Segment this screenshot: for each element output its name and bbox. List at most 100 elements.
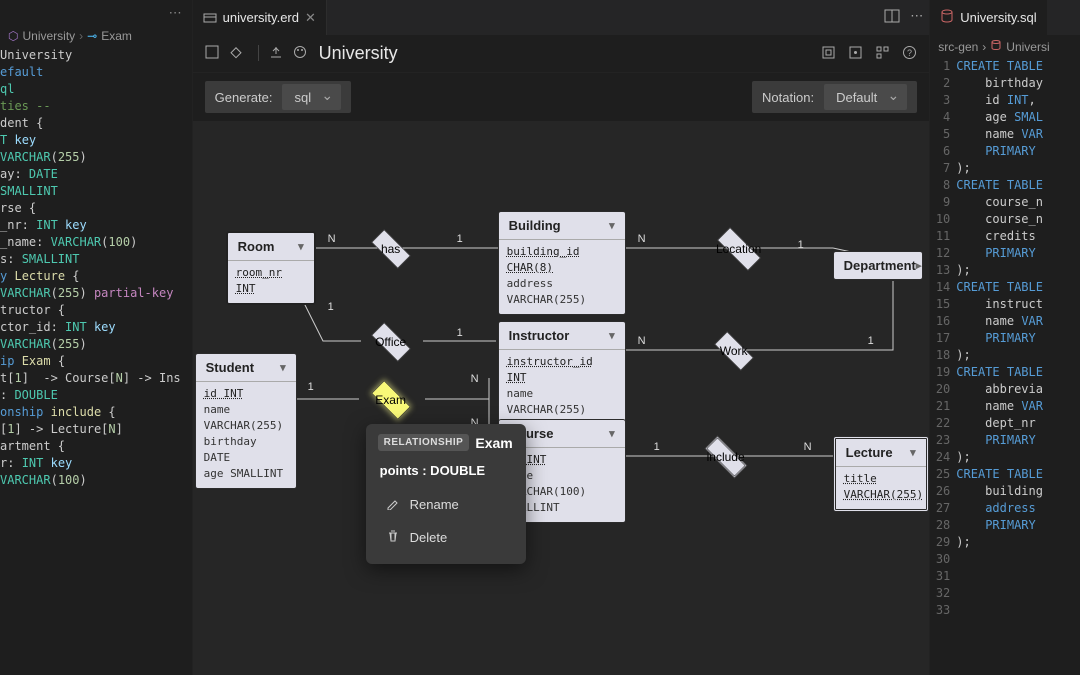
relation-context-popup: RELATIONSHIP Exam points : DOUBLE Rename… bbox=[366, 424, 526, 564]
cardinality-label: N bbox=[328, 233, 336, 245]
entity-name: Department bbox=[844, 258, 916, 273]
entity-attrs: instructor_id INTname VARCHAR(255) bbox=[499, 349, 625, 424]
database-icon bbox=[990, 39, 1002, 54]
generate-select[interactable]: sql bbox=[282, 84, 341, 110]
chevron-right-icon: › bbox=[79, 29, 83, 43]
pencil-icon bbox=[386, 496, 400, 513]
relation-label: Location bbox=[716, 242, 761, 256]
relation-label: include bbox=[707, 450, 745, 464]
cardinality-label: N bbox=[638, 233, 646, 245]
diagram-canvas[interactable]: N 1 N 1 1 1 N 1 1 N N 1 N Room▾ room_nr … bbox=[193, 121, 930, 675]
relation-label: Office bbox=[375, 335, 406, 349]
collapse-icon[interactable]: ▾ bbox=[609, 329, 615, 342]
popup-rename-button[interactable]: Rename bbox=[366, 488, 526, 521]
entity-instructor[interactable]: Instructor▾ instructor_id INTname VARCHA… bbox=[498, 321, 626, 425]
relation-label: Work bbox=[720, 344, 748, 358]
diagram-editor-panel: university.erd ✕ ⋯ University ? Generate… bbox=[192, 0, 931, 675]
cardinality-label: N bbox=[804, 441, 812, 453]
close-icon[interactable]: ✕ bbox=[305, 10, 316, 26]
relation-office[interactable]: Office bbox=[360, 327, 422, 357]
relation-type-chip: RELATIONSHIP bbox=[378, 434, 470, 451]
sql-editor[interactable]: 1234567891011121314151617181920212223242… bbox=[930, 58, 1080, 619]
help-icon[interactable]: ? bbox=[902, 45, 917, 63]
cube-icon: ⬡ bbox=[8, 29, 18, 43]
relation-exam[interactable]: Exam bbox=[360, 385, 422, 415]
breadcrumb-scope: University bbox=[22, 29, 75, 43]
diagram-title: University bbox=[319, 43, 398, 64]
fit-to-screen-icon[interactable] bbox=[821, 45, 836, 63]
cardinality-label: N bbox=[471, 373, 479, 385]
tab-title: university.erd bbox=[223, 10, 299, 25]
entity-name: Lecture bbox=[846, 445, 893, 460]
entity-name: Building bbox=[509, 218, 561, 233]
relation-label: Exam bbox=[375, 393, 406, 407]
breadcrumb[interactable]: ⬡ University › ⊸ Exam bbox=[0, 25, 192, 47]
diamond-tool-icon[interactable] bbox=[229, 45, 243, 62]
relation-include[interactable]: include bbox=[691, 442, 761, 472]
cardinality-label: N bbox=[638, 335, 646, 347]
entity-lecture[interactable]: Lecture ▾ title VARCHAR(255) bbox=[833, 436, 929, 512]
right-tabbar: University.sql bbox=[930, 0, 1080, 35]
select-tool-icon[interactable] bbox=[205, 45, 219, 62]
collapse-icon[interactable]: ▾ bbox=[609, 427, 615, 440]
right-sql-panel: University.sql src-gen › Universi 123456… bbox=[930, 0, 1080, 675]
ellipsis-icon[interactable]: ⋯ bbox=[169, 5, 182, 21]
entity-name: Student bbox=[206, 360, 254, 375]
collapse-icon[interactable]: ▾ bbox=[298, 240, 304, 253]
entity-student[interactable]: Student▾ id INTname VARCHAR(255)birthday… bbox=[195, 353, 297, 489]
diagram-controls: Generate: sql Notation: Default bbox=[193, 73, 930, 121]
collapse-icon[interactable]: ▾ bbox=[910, 446, 916, 459]
breadcrumb-file: Universi bbox=[1006, 40, 1049, 54]
layout-icon[interactable] bbox=[875, 45, 890, 63]
cardinality-label: 1 bbox=[308, 381, 314, 393]
relation-work[interactable]: Work bbox=[703, 336, 765, 366]
left-panel-actions: ⋯ bbox=[0, 0, 192, 25]
popup-item-label: Delete bbox=[410, 530, 448, 545]
collapse-icon[interactable]: ▾ bbox=[280, 361, 286, 374]
center-icon[interactable] bbox=[848, 45, 863, 63]
notation-control: Notation: Default bbox=[752, 81, 917, 113]
source-editor[interactable]: Universityefaultqlties --dent {T keyVARC… bbox=[0, 47, 192, 489]
generate-control: Generate: sql bbox=[205, 81, 351, 113]
cardinality-label: 1 bbox=[457, 233, 463, 245]
popup-attribute: points : DOUBLE bbox=[366, 459, 526, 488]
entity-attrs: building_id CHAR(8)address VARCHAR(255) bbox=[499, 239, 625, 314]
entity-department[interactable]: Department▸ bbox=[833, 251, 923, 280]
tab-title: University.sql bbox=[960, 10, 1036, 25]
sql-tab[interactable]: University.sql bbox=[930, 0, 1046, 35]
notation-select[interactable]: Default bbox=[824, 84, 907, 110]
entity-building[interactable]: Building ▾ building_id CHAR(8)address VAR… bbox=[498, 211, 626, 315]
diagram-titlebar: University ? bbox=[193, 35, 930, 73]
relation-has[interactable]: has bbox=[360, 234, 422, 264]
editor-tab[interactable]: university.erd ✕ bbox=[193, 0, 327, 35]
export-icon[interactable] bbox=[269, 45, 283, 62]
svg-text:?: ? bbox=[907, 48, 912, 58]
popup-delete-button[interactable]: Delete bbox=[366, 521, 526, 554]
entity-attrs: title VARCHAR(255) bbox=[836, 466, 926, 509]
notation-label: Notation: bbox=[762, 90, 814, 105]
separator bbox=[253, 45, 259, 61]
left-source-panel: ⋯ ⬡ University › ⊸ Exam Universityefault… bbox=[0, 0, 192, 675]
entity-name: Room bbox=[238, 239, 275, 254]
relation-location[interactable]: Location bbox=[703, 234, 775, 264]
ellipsis-icon[interactable]: ⋯ bbox=[910, 8, 923, 27]
split-editor-icon[interactable] bbox=[884, 8, 900, 27]
sql-source: CREATE TABLE birthday id INT, age SMAL n… bbox=[956, 58, 1043, 619]
expand-icon[interactable]: ▸ bbox=[916, 259, 922, 272]
tab-actions: ⋯ bbox=[884, 8, 923, 27]
collapse-icon[interactable]: ▾ bbox=[609, 219, 615, 232]
popup-title: Exam bbox=[475, 435, 512, 451]
generate-value: sql bbox=[294, 90, 311, 105]
chevron-right-icon: › bbox=[982, 40, 986, 54]
entity-room[interactable]: Room ▾ room_nr INT bbox=[226, 231, 316, 305]
palette-icon[interactable] bbox=[293, 45, 307, 62]
breadcrumb-folder: src-gen bbox=[938, 40, 978, 54]
cardinality-label: 1 bbox=[798, 239, 804, 251]
cardinality-label: 1 bbox=[457, 327, 463, 339]
entity-attrs: room_nr INT bbox=[228, 260, 314, 303]
cardinality-label: 1 bbox=[868, 335, 874, 347]
database-icon bbox=[940, 9, 954, 26]
breadcrumb-current: Exam bbox=[101, 29, 132, 43]
cardinality-label: 1 bbox=[654, 441, 660, 453]
breadcrumb[interactable]: src-gen › Universi bbox=[930, 35, 1080, 58]
